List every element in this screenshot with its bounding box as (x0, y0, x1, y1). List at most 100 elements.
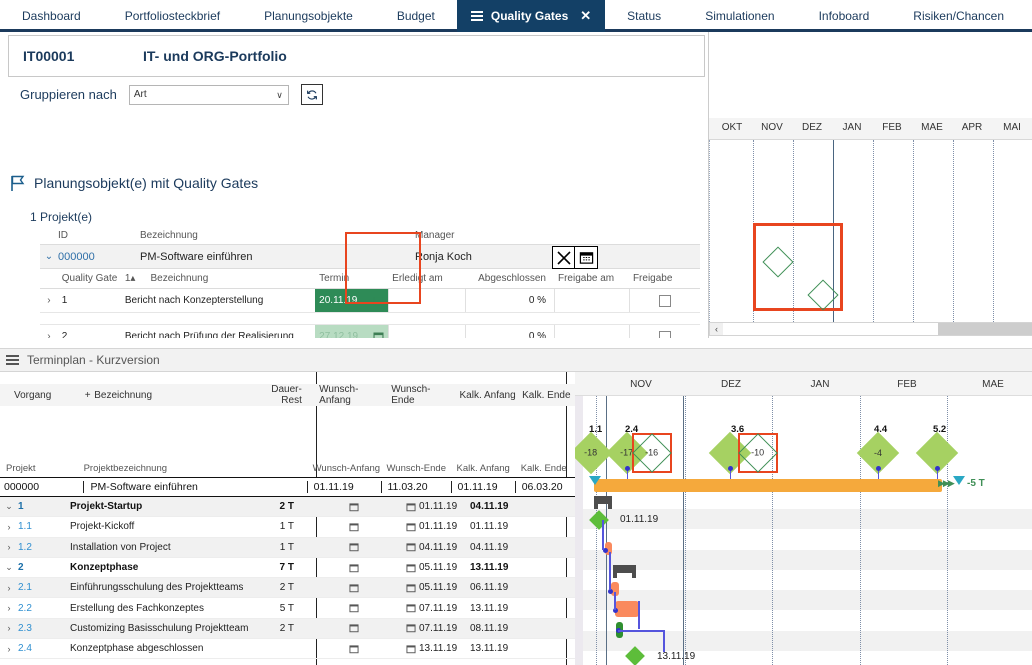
calendar-icon[interactable] (406, 563, 416, 573)
table-row[interactable]: ›1.1Projekt-Kickoff1 T01.11.1901.11.19 (0, 517, 575, 537)
task-wunsch-anfang[interactable] (316, 603, 392, 613)
scroll-left-arrow-icon[interactable]: ‹ (710, 324, 723, 334)
group-by-select[interactable]: Art ∨ (129, 85, 289, 105)
calendar-icon[interactable] (406, 542, 416, 552)
expand-chevron-icon[interactable]: ⌄ (40, 251, 58, 262)
calendar-icon[interactable] (349, 522, 359, 532)
row-expand-chevron-icon[interactable]: › (0, 603, 18, 613)
calendar-button[interactable] (575, 246, 598, 269)
col-header-plus-icon[interactable]: + (81, 390, 94, 401)
task-wunsch-anfang[interactable] (316, 542, 392, 552)
freigabe-checkbox[interactable] (659, 295, 671, 307)
task-kalk-anfang[interactable]: 01.11.19 (392, 521, 464, 532)
calendar-icon[interactable] (349, 542, 359, 552)
nav-tab-portfoliosteckbrief[interactable]: Portfoliosteckbrief (103, 0, 242, 32)
calendar-icon[interactable] (373, 295, 384, 306)
calendar-icon[interactable] (406, 623, 416, 633)
row-expand-chevron-icon[interactable]: ⌄ (0, 501, 18, 512)
gate-termin-field[interactable]: 27.12.19 (315, 325, 388, 338)
nav-tab-status[interactable]: Status (605, 0, 683, 32)
nav-tab-simulationen[interactable]: Simulationen (683, 0, 796, 32)
table-row[interactable]: › 1 Bericht nach Konzepterstellung 20.11… (40, 289, 700, 313)
nav-tab-dashboard[interactable]: Dashboard (0, 0, 103, 32)
calendar-icon[interactable] (349, 502, 359, 512)
calendar-icon[interactable] (349, 563, 359, 573)
calendar-icon[interactable] (373, 331, 384, 338)
calendar-icon[interactable] (349, 623, 359, 633)
calendar-icon[interactable] (406, 522, 416, 532)
col-header-kalk-ende[interactable]: Kalk. Ende (516, 390, 575, 401)
calendar-icon[interactable] (406, 583, 416, 593)
hamburger-icon[interactable] (6, 355, 19, 365)
col-header-vorgang[interactable]: Vorgang (0, 390, 81, 401)
table-row[interactable]: ›2.2Erstellung des Fachkonzeptes5 T07.11… (0, 598, 575, 618)
task-kalk-anfang[interactable]: 07.11.19 (392, 623, 464, 634)
close-icon[interactable]: ✕ (580, 8, 591, 24)
task-bar[interactable] (615, 601, 639, 617)
table-row[interactable]: ⌄1Projekt-Startup2 T01.11.1904.11.19 (0, 497, 575, 517)
table-row[interactable]: ⌄2Konzeptphase7 T05.11.1913.11.19 (0, 558, 575, 578)
gate-termin-field[interactable]: 20.11.19 (315, 289, 388, 312)
row-expand-chevron-icon[interactable]: › (0, 623, 18, 633)
task-kalk-anfang[interactable]: 05.11.19 (392, 582, 464, 593)
delete-button[interactable] (552, 246, 575, 269)
task-wunsch-anfang[interactable] (316, 502, 392, 512)
calendar-icon[interactable] (349, 603, 359, 613)
calendar-icon[interactable] (406, 502, 416, 512)
table-row[interactable]: ›2.4Konzeptphase abgeschlossen13.11.1913… (0, 639, 575, 659)
col-header-bezeichnung[interactable]: Bezeichnung (94, 390, 259, 401)
task-wunsch-anfang[interactable] (316, 623, 392, 633)
gate-freigabe-am[interactable] (554, 289, 629, 312)
col-header-wunsch-ende[interactable]: Wunsch-Ende (385, 384, 453, 406)
scrollbar-thumb[interactable] (938, 323, 1032, 335)
terminplan-project-row[interactable]: 000000 PM-Software einführen 01.11.19 11… (0, 477, 575, 497)
col-header-sort-marker[interactable]: 1▴ (125, 273, 151, 284)
task-kalk-anfang[interactable]: 05.11.19 (392, 562, 464, 573)
nav-tab-quality-gates[interactable]: Quality Gates ✕ (457, 0, 605, 32)
scrollbar-track-empty[interactable] (723, 323, 938, 335)
gate-abgeschlossen: 0 % (465, 325, 554, 338)
calendar-icon[interactable] (406, 603, 416, 613)
nav-tab-planungsobjekte[interactable]: Planungsobjekte (242, 0, 375, 32)
refresh-button[interactable] (301, 84, 323, 105)
row-expand-chevron-icon[interactable]: › (0, 644, 18, 654)
row-expand-chevron-icon[interactable]: › (0, 542, 18, 552)
col-header-dauer-rest[interactable]: Dauer-Rest (259, 384, 301, 406)
table-row[interactable]: ›2.1Einführungsschulung des Projektteams… (0, 578, 575, 598)
table-row[interactable]: ›2.3Customizing Basisschulung Projekttea… (0, 619, 575, 639)
calendar-icon[interactable] (349, 644, 359, 654)
calendar-icon[interactable] (406, 644, 416, 654)
nav-tab-infoboard[interactable]: Infoboard (797, 0, 892, 32)
row-expand-chevron-icon[interactable]: › (0, 583, 18, 593)
gate-erledigt-am[interactable] (388, 289, 465, 312)
nav-tab-budget[interactable]: Budget (375, 0, 457, 32)
col-header-kalk-anfang[interactable]: Kalk. Anfang (454, 390, 517, 401)
task-kalk-anfang[interactable]: 04.11.19 (392, 542, 464, 553)
gantt-vertical-marker (606, 396, 607, 665)
task-wunsch-anfang[interactable] (316, 522, 392, 532)
task-kalk-anfang[interactable]: 13.11.19 (392, 643, 464, 654)
freigabe-checkbox[interactable] (659, 331, 671, 339)
task-wunsch-anfang[interactable] (316, 563, 392, 573)
calendar-icon (579, 250, 594, 265)
task-wunsch-anfang[interactable] (316, 583, 392, 593)
col-header-projektbezeichnung: Projektbezeichnung (84, 463, 299, 474)
table-row[interactable]: › 2 Bericht nach Prüfung der Realisierun… (40, 325, 700, 338)
gantt-horizontal-scrollbar[interactable]: ‹ (709, 322, 1032, 336)
task-kalk-anfang[interactable]: 01.11.19 (392, 501, 464, 512)
gantt-today-line (683, 396, 684, 665)
row-expand-chevron-icon[interactable]: › (0, 522, 18, 532)
gate-erledigt-am[interactable] (388, 325, 465, 338)
table-row[interactable]: ›1.2Installation von Project1 T04.11.190… (0, 538, 575, 558)
project-row[interactable]: ⌄ 000000 PM-Software einführen Ronja Koc… (40, 244, 700, 269)
row-expand-chevron-icon[interactable]: ⌄ (0, 562, 18, 573)
calendar-icon[interactable] (349, 583, 359, 593)
row-expand-chevron-icon[interactable]: › (40, 295, 58, 306)
col-header-wunsch-anfang[interactable]: Wunsch-Anfang (313, 384, 385, 406)
project-summary-bar[interactable] (594, 479, 942, 492)
task-kalk-anfang[interactable]: 07.11.19 (392, 603, 464, 614)
task-wunsch-anfang[interactable] (316, 644, 392, 654)
row-expand-chevron-icon[interactable]: › (40, 331, 58, 338)
gate-freigabe-am[interactable] (554, 325, 629, 338)
nav-tab-risiken-chancen[interactable]: Risiken/Chancen (891, 0, 1026, 32)
